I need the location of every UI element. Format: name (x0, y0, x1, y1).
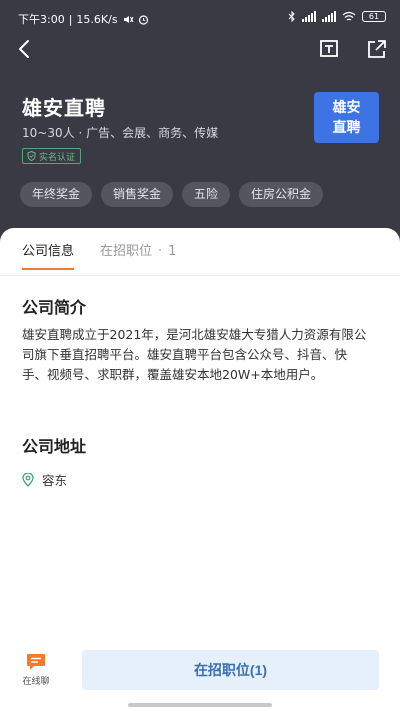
tab-bar: 公司信息 在招职位 · 1 (22, 240, 176, 270)
logo-text-line2: 直聘 (332, 120, 361, 136)
share-button[interactable] (364, 36, 390, 62)
signal-icon (322, 11, 336, 22)
tab-company-info[interactable]: 公司信息 (22, 240, 75, 270)
wifi-icon (342, 11, 356, 21)
status-time: 下午3:00 (18, 13, 65, 26)
intro-title: 公司简介 (22, 298, 87, 317)
back-button[interactable] (12, 36, 38, 62)
company-meta: 10~30人 · 广告、会展、商务、传媒 (22, 126, 219, 140)
benefit-tag: 销售奖金 (101, 182, 174, 207)
mute-icon (123, 15, 134, 23)
online-chat-button[interactable]: 在线聊 (14, 653, 58, 697)
share-icon (368, 40, 386, 58)
address-value: 容东 (42, 473, 68, 488)
tab-open-positions[interactable]: 在招职位 · 1 (100, 240, 176, 259)
tab-open-positions-label: 在招职位 (100, 244, 153, 259)
signal-icon (302, 11, 316, 22)
content-card: 公司信息 在招职位 · 1 公司简介 雄安直聘成立于2021年，是河北雄安雄大专猎人… (0, 228, 400, 711)
report-button[interactable] (316, 36, 342, 62)
company-logo: 雄安 直聘 (314, 92, 379, 143)
bottom-bar: 在线聊 在招职位(1) (0, 645, 400, 711)
benefit-tag: 年终奖金 (20, 182, 93, 207)
benefit-tag: 五险 (182, 182, 231, 207)
battery-icon: 61 (362, 11, 386, 22)
chat-bubble-icon (27, 654, 45, 670)
open-positions-button[interactable]: 在招职位(1) (82, 650, 379, 690)
chevron-left-icon (19, 40, 29, 58)
shield-check-icon (27, 151, 36, 161)
address-title: 公司地址 (22, 437, 87, 456)
network-speed: 15.6K/s (76, 12, 118, 26)
alarm-icon (138, 14, 148, 25)
company-name: 雄安直聘 (22, 96, 106, 120)
company-industries: 广告、会展、商务、传媒 (86, 126, 219, 140)
benefits-list: 年终奖金 销售奖金 五险 住房公积金 (20, 182, 324, 207)
verified-label: 实名认证 (39, 152, 76, 163)
address-row[interactable]: 容东 (22, 470, 67, 489)
verified-badge: 实名认证 (22, 148, 82, 164)
bluetooth-icon (288, 11, 295, 22)
intro-body: 雄安直聘成立于2021年，是河北雄安雄大专猎人力资源有限公司旗下垂直招聘平台。雄… (22, 327, 367, 382)
company-header: 下午3:00 | 15.6K/s 61 雄安直聘 10~30人 · 广告、会展、… (0, 0, 400, 260)
chat-label: 在线聊 (22, 677, 50, 687)
tab-divider (0, 275, 400, 276)
benefit-tag: 住房公积金 (239, 182, 324, 207)
tab-open-positions-count: 1 (168, 244, 177, 259)
company-size: 10~30人 (22, 126, 75, 140)
home-indicator[interactable] (128, 703, 272, 707)
location-pin-icon (22, 472, 34, 487)
logo-text-line1: 雄安 (332, 100, 361, 116)
report-icon (320, 40, 338, 57)
status-bar: 下午3:00 | 15.6K/s 61 (0, 0, 400, 34)
